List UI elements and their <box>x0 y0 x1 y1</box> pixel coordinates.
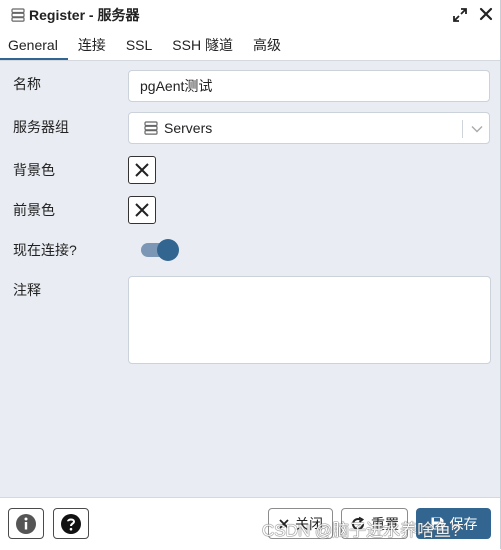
clear-color-icon <box>135 163 149 177</box>
help-button[interactable] <box>53 508 89 539</box>
chevron-down-icon[interactable] <box>470 122 484 136</box>
tab-bar: General 连接 SSL SSH 隧道 高级 <box>0 30 500 61</box>
connect-now-label: 现在连接? <box>13 242 77 258</box>
tab-ssh-tunnel[interactable]: SSH 隧道 <box>162 30 243 60</box>
tab-advanced[interactable]: 高级 <box>243 30 291 60</box>
background-color-picker[interactable] <box>128 156 156 184</box>
close-icon[interactable] <box>477 5 495 23</box>
server-group-label: 服务器组 <box>13 119 69 135</box>
register-dialog: Register - 服务器 General 连接 SSL SSH 隧道 高级 … <box>0 0 501 550</box>
foreground-color-label: 前景色 <box>13 202 55 218</box>
tab-general[interactable]: General <box>0 30 68 60</box>
tab-ssl[interactable]: SSL <box>116 30 162 60</box>
toggle-knob <box>157 239 179 261</box>
comment-textarea[interactable] <box>128 276 491 364</box>
tab-connection[interactable]: 连接 <box>68 30 116 60</box>
info-button[interactable] <box>8 508 44 539</box>
expand-icon[interactable] <box>452 7 468 23</box>
comment-label: 注释 <box>13 282 41 298</box>
select-divider <box>462 120 463 138</box>
name-input[interactable]: pgAent测试 <box>128 70 490 102</box>
help-icon <box>61 513 81 534</box>
server-group-select[interactable]: Servers <box>128 112 490 144</box>
dialog-title: Register - 服务器 <box>29 7 140 23</box>
server-group-value: Servers <box>164 120 213 136</box>
background-color-label: 背景色 <box>13 162 55 178</box>
clear-color-icon <box>135 203 149 217</box>
connect-now-toggle[interactable] <box>141 239 179 261</box>
watermark-text: CSDN @脑子进水养啥鱼? <box>262 521 461 540</box>
foreground-color-picker[interactable] <box>128 196 156 224</box>
server-group-icon <box>144 121 158 135</box>
server-icon <box>10 7 26 23</box>
name-label: 名称 <box>13 76 41 92</box>
info-icon <box>16 513 36 534</box>
dialog-titlebar[interactable]: Register - 服务器 <box>0 0 500 30</box>
